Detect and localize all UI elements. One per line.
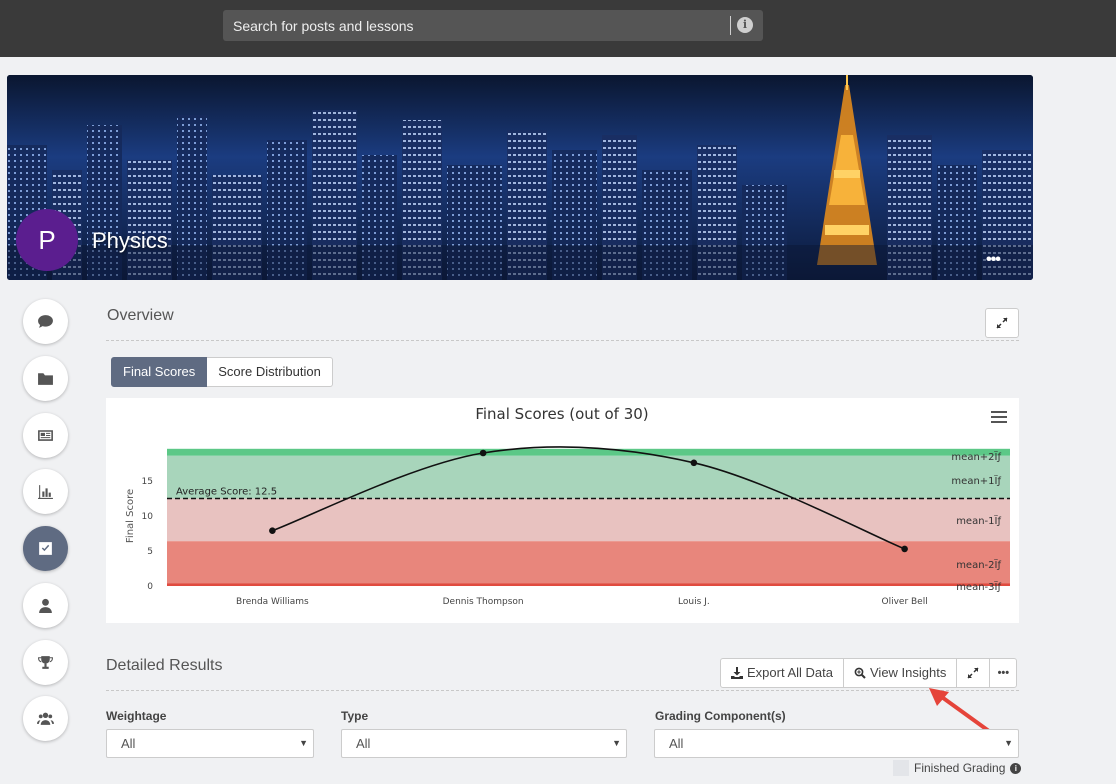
grading-component-select[interactable]: All ▼ [654,729,1019,758]
weightage-label: Weightage [106,709,167,723]
band-label-4: mean-3Ïƒ [956,580,1001,593]
expand-icon [996,317,1008,329]
view-insights-button[interactable]: View Insights [844,659,958,687]
overview-tabs: Final Scores Score Distribution [111,357,333,387]
weightage-select[interactable]: All ▼ [106,729,314,758]
band-label-1: mean+1Ïƒ [951,474,1001,487]
nav-achievements-button[interactable] [23,640,68,685]
band-1 [167,455,1010,499]
search-divider [730,16,731,35]
overview-divider [106,340,1019,341]
finished-grading-checkbox[interactable] [893,760,909,776]
band-label-0: mean+2Ïƒ [951,450,1001,463]
type-select[interactable]: All ▼ [341,729,627,758]
comment-icon [38,315,53,328]
grading-component-value: All [669,736,684,751]
y-axis-label: Final Score [125,489,136,543]
x-tick-label: Oliver Bell [882,597,928,607]
tab-final-scores[interactable]: Final Scores [111,357,208,387]
export-all-data-button[interactable]: Export All Data [721,659,844,687]
final-scores-chart: Final Scores (out of 30) Final Score mea… [106,398,1019,623]
band-3 [167,541,1010,584]
type-label: Type [341,709,369,723]
newspaper-icon [38,430,53,441]
y-tick-label: 0 [147,582,153,592]
data-point-0 [269,527,276,534]
expand-icon [967,667,979,679]
tab-score-distribution[interactable]: Score Distribution [207,357,333,387]
grading-component-label: Grading Component(s) [655,709,786,723]
detailed-results-title: Detailed Results [106,657,223,674]
search-bar: i [223,10,763,41]
overview-title: Overview [107,307,174,324]
y-tick-label: 5 [147,547,153,557]
data-point-3 [901,545,908,553]
group-icon [37,712,54,725]
data-point-1 [479,449,487,457]
x-tick-label: Brenda Williams [236,597,309,607]
banner-more-button[interactable]: ••• [986,251,1001,269]
check-square-icon [39,542,52,555]
chart-title: Final Scores (out of 30) [475,405,648,423]
nav-news-button[interactable] [23,413,68,458]
results-more-button[interactable]: ••• [990,659,1016,687]
info-icon[interactable]: i [1010,762,1022,774]
finished-grading-label: Finished Grading [914,761,1006,775]
nav-files-button[interactable] [23,356,68,401]
nav-users-button[interactable] [23,583,68,628]
band-2 [167,498,1010,542]
x-tick-label: Dennis Thompson [443,597,524,607]
course-title: Physics [92,228,168,253]
top-bar: i [0,0,1116,57]
nav-reports-button[interactable] [23,469,68,514]
type-value: All [356,736,371,751]
course-avatar: P [16,209,78,271]
average-label: Average Score: 12.5 [176,487,277,498]
finished-grading: Finished Grading i [893,760,1022,776]
detailed-divider [106,690,1019,691]
nav-discussions-button[interactable] [23,299,68,344]
nav-grades-button[interactable] [23,526,68,571]
results-expand-button[interactable] [957,659,991,687]
chart-svg: Final Scores (out of 30) Final Score mea… [125,405,1010,607]
export-all-data-label: Export All Data [747,665,833,680]
band-0 [167,448,1010,456]
y-tick-label: 15 [142,477,153,487]
view-insights-label: View Insights [870,665,947,680]
info-icon[interactable]: i [737,17,753,33]
results-toolbar: Export All Data View Insights ••• [720,658,1018,688]
user-icon [39,598,52,613]
trophy-icon [38,656,53,669]
nav-groups-button[interactable] [23,696,68,741]
chevron-down-icon: ▼ [299,738,308,748]
data-point-2 [690,459,698,467]
download-icon [731,667,743,679]
band-4 [167,583,1010,586]
weightage-value: All [121,736,136,751]
band-label-2: mean-1Ïƒ [956,514,1001,527]
x-tick-label: Louis J. [678,597,710,607]
search-input[interactable] [223,10,729,41]
y-tick-label: 10 [142,512,154,522]
band-label-3: mean-2Ïƒ [956,558,1001,571]
chevron-down-icon: ▼ [612,738,621,748]
chevron-down-icon: ▼ [1004,738,1013,748]
bar-chart-icon [38,485,53,499]
zoom-search-icon [854,667,866,679]
overview-expand-button[interactable] [985,308,1019,338]
chart-menu-icon[interactable] [991,411,1007,423]
folder-icon [38,373,53,385]
